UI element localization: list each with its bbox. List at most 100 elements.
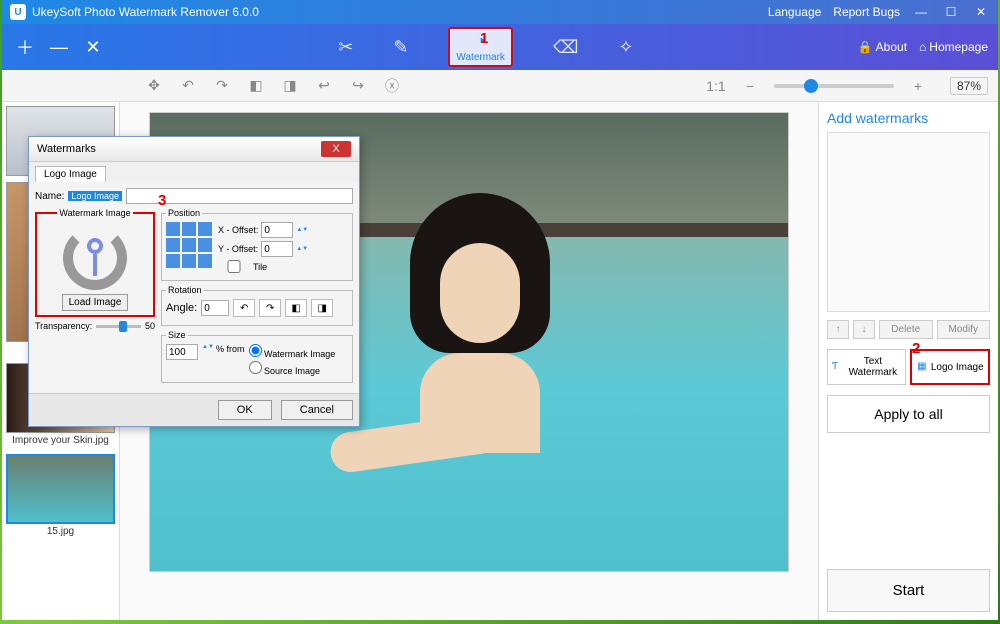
side-heading: Add watermarks (827, 110, 990, 126)
y-spinner[interactable]: ▲▼ (296, 246, 306, 252)
edit-toolbar: ✥ ↶ ↷ ◧ ◨ ↩ ↪ ⓧ 1:1 − + 87% (2, 70, 998, 102)
x-offset-label: X - Offset: (218, 225, 258, 235)
watermark-logo-preview (63, 226, 127, 290)
move-up-button[interactable]: ↑ (827, 320, 849, 339)
ribbon: ＋ — ✕ ✂ ✎ ◔ Watermark ⌫ ✧ 🔒About ⌂Homepa… (2, 24, 998, 70)
ratio-button[interactable]: 1:1 (706, 76, 726, 96)
side-panel: Add watermarks ↑ ↓ Delete Modify ƬText W… (818, 102, 998, 620)
undo-icon[interactable]: ↩ (314, 76, 334, 96)
watermark-label: Watermark (456, 52, 505, 63)
app-logo-icon: U (10, 4, 26, 20)
report-bugs-link[interactable]: Report Bugs (833, 5, 900, 19)
transparency-value: 50 (145, 321, 155, 331)
zoom-slider[interactable] (774, 84, 894, 88)
home-icon: ⌂ (919, 40, 926, 54)
titlebar-links: Language Report Bugs — ☐ ✕ (768, 5, 990, 19)
name-label: Name: (35, 191, 64, 202)
tile-checkbox[interactable] (218, 260, 250, 273)
wm-image-legend: Watermark Image (57, 208, 132, 218)
close-icon[interactable]: ✕ (972, 5, 990, 19)
app-title: UkeySoft Photo Watermark Remover 6.0.0 (32, 5, 768, 19)
about-link[interactable]: 🔒About (858, 40, 907, 54)
size-group: Size ▲▼ % from Watermark Image Source Im… (161, 330, 353, 383)
brush-icon: ✎ (393, 37, 408, 58)
zoom-in-icon[interactable]: + (908, 76, 928, 96)
rotate-left-icon[interactable]: ↶ (178, 76, 198, 96)
thumbnail-item[interactable]: 15.jpg (6, 454, 115, 539)
start-button[interactable]: Start (827, 569, 990, 612)
y-offset-label: Y - Offset: (218, 244, 258, 254)
rotate-right-icon[interactable]: ↷ (212, 76, 232, 96)
annotation-1: 1 (480, 30, 488, 47)
size-input[interactable] (166, 344, 198, 360)
radio-watermark[interactable]: Watermark Image (249, 344, 336, 359)
rotation-group: Rotation Angle: ↶ ↷ ◧ ◨ (161, 285, 353, 326)
rotate-cw-icon[interactable]: ↷ (259, 299, 281, 317)
angle-input[interactable] (201, 300, 229, 316)
delete-button[interactable]: Delete (879, 320, 933, 339)
x-offset-input[interactable] (261, 222, 293, 238)
zoom-out-icon[interactable]: − (740, 76, 760, 96)
position-grid[interactable] (166, 222, 212, 268)
size-legend: Size (166, 330, 188, 340)
dialog-close-icon[interactable]: X (321, 141, 351, 157)
size-spinner[interactable]: ▲▼ (202, 344, 212, 350)
watermark-preview (827, 132, 990, 312)
apply-all-button[interactable]: Apply to all (827, 395, 990, 433)
flip-h-icon[interactable]: ◧ (285, 299, 307, 317)
dialog-titlebar[interactable]: Watermarks X (29, 137, 359, 162)
watermark-image-group: Watermark Image Load Image (35, 208, 155, 317)
move-icon[interactable]: ✥ (144, 76, 164, 96)
pin-icon: ✧ (618, 37, 633, 58)
eraser-icon: ⌫ (553, 37, 578, 58)
cancel-button[interactable]: Cancel (281, 400, 353, 420)
rotate-ccw-icon[interactable]: ↶ (233, 299, 255, 317)
homepage-link[interactable]: ⌂Homepage (919, 40, 988, 54)
annotation-3: 3 (158, 192, 166, 209)
pct-from-label: % from (216, 344, 245, 354)
ok-button[interactable]: OK (218, 400, 272, 420)
modify-button[interactable]: Modify (937, 320, 991, 339)
pin-tool[interactable]: ✧ (618, 37, 633, 58)
text-watermark-button[interactable]: ƬText Watermark (827, 349, 906, 385)
lock-icon: 🔒 (858, 40, 873, 54)
text-icon: Ƭ (830, 361, 840, 373)
x-spinner[interactable]: ▲▼ (296, 227, 306, 233)
minimize-icon[interactable]: — (912, 5, 930, 19)
add-tab-icon[interactable]: ＋ (12, 34, 38, 60)
flip-h-icon[interactable]: ◧ (246, 76, 266, 96)
move-down-button[interactable]: ↓ (853, 320, 875, 339)
name-field[interactable]: Logo Image (68, 191, 122, 201)
clear-icon[interactable]: ⓧ (382, 76, 402, 96)
minus-tab-icon[interactable]: — (46, 34, 72, 60)
tile-label: Tile (253, 262, 267, 272)
brush-tool[interactable]: ✎ (393, 37, 408, 58)
thumb-caption: Improve your Skin.jpg (6, 433, 115, 448)
dialog-title: Watermarks (37, 143, 321, 155)
language-link[interactable]: Language (768, 5, 821, 19)
eraser-tool[interactable]: ⌫ (553, 37, 578, 58)
load-image-button[interactable]: Load Image (62, 294, 129, 311)
position-legend: Position (166, 208, 202, 218)
image-icon: ▦ (916, 361, 928, 373)
y-offset-input[interactable] (261, 241, 293, 257)
position-group: Position X - Offset: ▲▼ Y - Offset: ▲▼ Til… (161, 208, 353, 281)
thumb-caption: 15.jpg (6, 524, 115, 539)
titlebar: U UkeySoft Photo Watermark Remover 6.0.0… (2, 0, 998, 24)
watermarks-dialog: Watermarks X Logo Image Name: Logo Image… (28, 136, 360, 427)
transparency-label: Transparency: (35, 321, 92, 331)
close-tab-icon[interactable]: ✕ (80, 34, 106, 60)
rotation-legend: Rotation (166, 285, 204, 295)
crop-icon: ✂ (338, 37, 353, 58)
dialog-tab[interactable]: Logo Image (35, 166, 106, 182)
zoom-thumb[interactable] (804, 79, 818, 93)
crop-tool[interactable]: ✂ (338, 37, 353, 58)
logo-image-button[interactable]: ▦Logo Image (910, 349, 991, 385)
flip-v-icon[interactable]: ◨ (311, 299, 333, 317)
annotation-2: 2 (912, 340, 920, 357)
flip-v-icon[interactable]: ◨ (280, 76, 300, 96)
redo-icon[interactable]: ↪ (348, 76, 368, 96)
maximize-icon[interactable]: ☐ (942, 5, 960, 19)
transparency-slider[interactable] (96, 325, 141, 328)
radio-source[interactable]: Source Image (249, 361, 336, 376)
